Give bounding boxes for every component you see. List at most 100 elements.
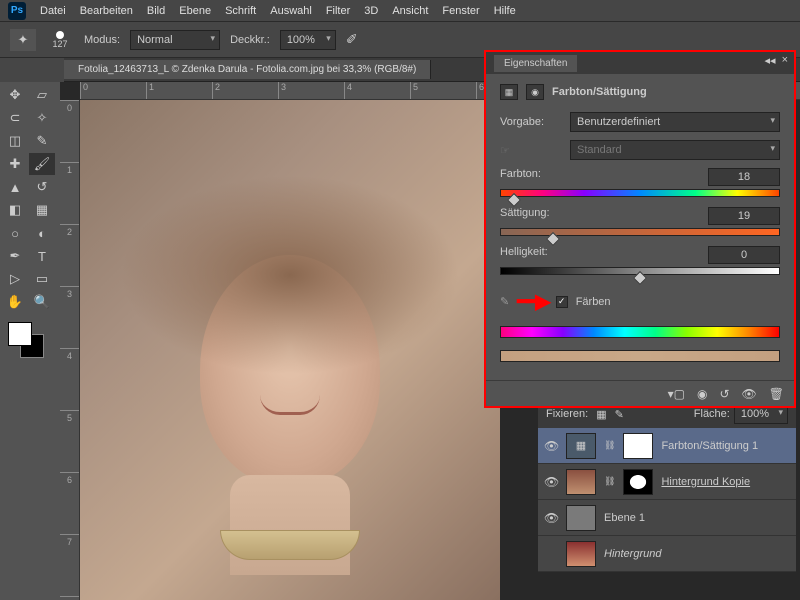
eyedropper-icon[interactable]: ✎ [500,295,509,308]
crop-tool-icon[interactable]: ◫ [2,130,28,152]
menu-fenster[interactable]: Fenster [442,5,479,17]
dodge-tool-icon[interactable]: ◐ [29,222,55,244]
menu-3d[interactable]: 3D [364,5,378,17]
menubar: Ps Datei Bearbeiten Bild Ebene Schrift A… [0,0,800,22]
menu-filter[interactable]: Filter [326,5,350,17]
mask-icon[interactable]: ◉ [526,84,544,100]
view-previous-icon[interactable]: ◉ [697,387,707,401]
gradient-tool-icon[interactable]: ▦ [29,199,55,221]
lightness-value[interactable]: 0 [708,246,780,264]
saturation-label: Sättigung: [500,207,550,225]
link-icon[interactable]: ⛓ [604,440,615,451]
visibility-icon[interactable]: 👁 [544,511,558,525]
colorize-label: Färben [576,296,611,308]
brush-preview[interactable]: 127 [46,26,74,54]
selection-tool-icon[interactable]: ▱ [29,84,55,106]
pen-tool-icon[interactable]: ✒ [2,245,28,267]
pressure-icon[interactable]: ✐ [346,31,358,48]
properties-panel: Eigenschaften ◂◂× ▦ ◉ Farbton/Sättigung … [484,50,796,408]
layer-thumb[interactable]: ▦ [566,433,596,459]
opacity-select[interactable]: 100% [280,30,336,50]
link-icon[interactable]: ⛓ [604,476,615,487]
heal-tool-icon[interactable]: ✚ [2,153,28,175]
layer-row[interactable]: 👁 ▦ ⛓ Farbton/Sättigung 1 [538,428,796,464]
menu-hilfe[interactable]: Hilfe [494,5,516,17]
stamp-tool-icon[interactable]: ▲ [2,176,28,198]
visibility-icon[interactable]: 👁 [544,475,558,489]
layer-thumb[interactable] [566,469,596,495]
adjustment-icon: ▦ [500,84,518,100]
brush-tool-icon[interactable]: 🖌 [29,153,55,175]
move-tool-icon[interactable]: ✥ [2,84,28,106]
panel-title: Farbton/Sättigung [552,86,647,98]
toolbox: ✥▱ ⊂✧ ◫✎ ✚🖌 ▲↺ ◧▦ ○◐ ✒T ▷▭ ✋🔍 [0,82,60,600]
preset-label: Vorgabe: [500,116,570,128]
blur-tool-icon[interactable]: ○ [2,222,28,244]
type-tool-icon[interactable]: T [29,245,55,267]
foreground-swatch[interactable] [8,322,32,346]
hue-value[interactable]: 18 [708,168,780,186]
menu-ansicht[interactable]: Ansicht [392,5,428,17]
eraser-tool-icon[interactable]: ◧ [2,199,28,221]
toggle-visibility-icon[interactable]: 👁 [742,387,757,401]
saturation-slider[interactable] [500,228,780,240]
zoom-tool-icon[interactable]: 🔍 [29,291,55,313]
visibility-icon[interactable]: 👁 [544,439,558,453]
history-brush-icon[interactable]: ↺ [29,176,55,198]
colorize-checkbox[interactable]: ✓ [556,296,568,308]
menu-schrift[interactable]: Schrift [225,5,256,17]
hue-ramp-output [500,350,780,362]
lightness-slider[interactable] [500,267,780,279]
menu-bild[interactable]: Bild [147,5,165,17]
layers-panel: Fixieren: ▦ ✎ Fläche:100% 👁 ▦ ⛓ Farbton/… [538,400,796,572]
layer-thumb[interactable] [566,541,596,567]
wand-tool-icon[interactable]: ✧ [29,107,55,129]
layer-name[interactable]: Farbton/Sättigung 1 [661,440,758,452]
lock-pixels-icon[interactable]: ✎ [615,408,624,421]
menu-auswahl[interactable]: Auswahl [270,5,312,17]
layer-mask[interactable] [623,433,653,459]
hue-ramp-input [500,326,780,338]
hue-label: Farbton: [500,168,541,186]
menu-ebene[interactable]: Ebene [179,5,211,17]
lock-label: Fixieren: [546,408,588,420]
opacity-label: Deckkr.: [230,34,270,46]
modus-label: Modus: [84,34,120,46]
panel-collapse-icon[interactable]: ◂◂ [765,54,776,67]
shape-tool-icon[interactable]: ▭ [29,268,55,290]
finger-icon: ☞ [500,144,570,157]
color-swatches[interactable] [8,322,48,362]
document-tab[interactable]: Fotolia_12463713_L © Zdenka Darula - Fot… [64,60,431,79]
canvas-image[interactable] [80,100,500,600]
lasso-tool-icon[interactable]: ⊂ [2,107,28,129]
layer-row[interactable]: 👁 ⛓ Hintergrund Kopie [538,464,796,500]
blend-mode-select[interactable]: Normal [130,30,220,50]
eyedropper-tool-icon[interactable]: ✎ [29,130,55,152]
panel-close-icon[interactable]: × [782,54,788,67]
menu-bearbeiten[interactable]: Bearbeiten [80,5,133,17]
layer-row[interactable]: Hintergrund [538,536,796,572]
layer-thumb[interactable] [566,505,596,531]
delete-icon[interactable]: 🗑 [769,387,784,401]
path-tool-icon[interactable]: ▷ [2,268,28,290]
clip-icon[interactable]: ▾▢ [668,387,685,401]
range-select: Standard [570,140,780,160]
layer-name[interactable]: Hintergrund [604,548,661,560]
lightness-label: Helligkeit: [500,246,548,264]
layer-name[interactable]: Ebene 1 [604,512,645,524]
lock-transparency-icon[interactable]: ▦ [596,408,606,421]
properties-tab[interactable]: Eigenschaften [494,55,577,72]
annotation-arrow-icon: ━━▶ [517,289,547,314]
layer-row[interactable]: 👁 Ebene 1 [538,500,796,536]
app-icon: Ps [8,2,26,20]
hand-tool-icon[interactable]: ✋ [2,291,28,313]
reset-icon[interactable]: ↺ [719,387,729,401]
menu-datei[interactable]: Datei [40,5,66,17]
preset-select[interactable]: Benutzerdefiniert [570,112,780,132]
tool-preset-icon[interactable]: ✦ [10,29,36,51]
layer-mask[interactable] [623,469,653,495]
hue-slider[interactable] [500,189,780,201]
saturation-value[interactable]: 19 [708,207,780,225]
layer-name[interactable]: Hintergrund Kopie [661,476,750,488]
ruler-vertical: 0123456789 [60,100,80,600]
